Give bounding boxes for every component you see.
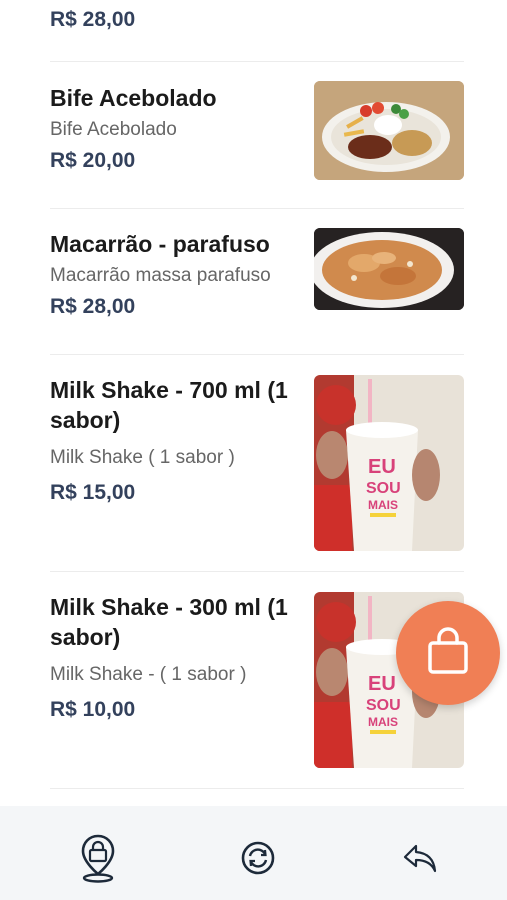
divider: [50, 208, 464, 209]
list-item[interactable]: R$ 28,00: [50, 6, 464, 34]
divider: [50, 788, 464, 789]
divider: [50, 571, 464, 572]
store-location-icon: [78, 832, 118, 889]
cart-button[interactable]: [396, 601, 500, 705]
product-image: EU SOU MAIS: [314, 375, 464, 551]
refresh-icon: [238, 838, 278, 883]
back-arrow-icon: [400, 838, 440, 883]
cup-logo-text: MAIS: [368, 715, 398, 729]
store-location-button[interactable]: [74, 832, 122, 888]
bottom-nav: [0, 806, 507, 900]
list-item[interactable]: Macarrão - parafuso Macarrão massa paraf…: [50, 227, 464, 327]
cup-logo-text: EU: [368, 456, 396, 478]
cup-logo-text: EU: [368, 673, 396, 695]
product-price: R$ 28,00: [50, 8, 136, 31]
cup-logo-text: SOU: [366, 697, 401, 714]
shopping-bag-icon: [422, 625, 474, 682]
list-item[interactable]: Milk Shake - 300 ml (1 sabor) Milk Shake…: [50, 590, 464, 770]
product-image: [314, 81, 464, 180]
cup-logo-text: MAIS: [368, 498, 398, 512]
list-item[interactable]: Milk Shake - 700 ml (1 sabor) Milk Shake…: [50, 373, 464, 553]
list-item[interactable]: Bife Acebolado Bife Acebolado R$ 20,00: [50, 81, 464, 181]
divider: [50, 61, 464, 62]
divider: [50, 354, 464, 355]
back-button[interactable]: [396, 832, 444, 888]
refresh-button[interactable]: [234, 832, 282, 888]
product-image: [314, 228, 464, 310]
cup-logo-text: SOU: [366, 480, 401, 497]
